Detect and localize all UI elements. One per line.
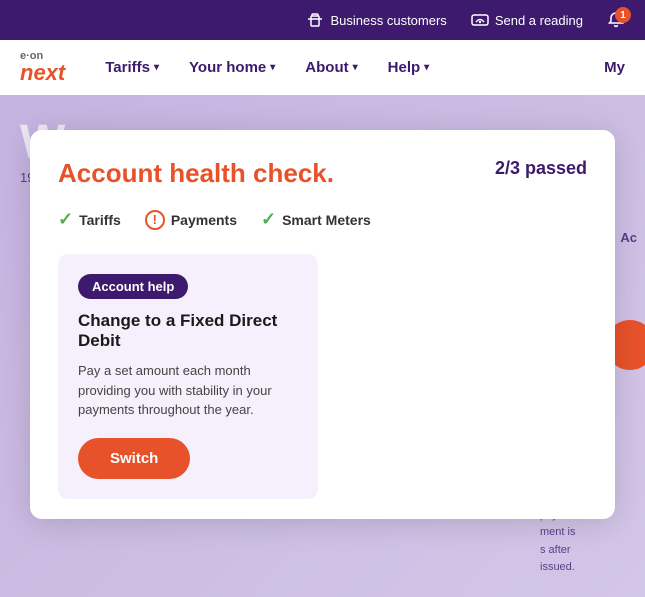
briefcase-icon bbox=[306, 11, 324, 29]
top-bar: Business customers Send a reading 1 bbox=[0, 0, 645, 40]
check-smart-meters-label: Smart Meters bbox=[282, 212, 371, 228]
check-smart-meters: ✓ Smart Meters bbox=[261, 209, 371, 230]
send-reading-link[interactable]: Send a reading bbox=[471, 11, 583, 29]
meter-icon bbox=[471, 11, 489, 29]
check-tariffs: ✓ Tariffs bbox=[58, 209, 121, 230]
check-payments-label: Payments bbox=[171, 212, 237, 228]
check-green-icon-2: ✓ bbox=[261, 209, 276, 230]
business-customers-link[interactable]: Business customers bbox=[306, 11, 446, 29]
check-green-icon: ✓ bbox=[58, 209, 73, 230]
right-ac-label: Ac bbox=[620, 230, 637, 245]
nav-about[interactable]: About ▾ bbox=[305, 59, 357, 76]
chevron-down-icon: ▾ bbox=[154, 62, 159, 73]
nav-tariffs-label: Tariffs bbox=[105, 59, 150, 76]
card-description: Pay a set amount each month providing yo… bbox=[78, 361, 298, 420]
right-partial-content: Ac bbox=[620, 230, 637, 245]
nav-your-home[interactable]: Your home ▾ bbox=[189, 59, 275, 76]
notifications-link[interactable]: 1 bbox=[607, 11, 625, 29]
chevron-down-icon: ▾ bbox=[270, 62, 275, 73]
nav-help-label: Help bbox=[388, 59, 421, 76]
nav-your-home-label: Your home bbox=[189, 59, 266, 76]
check-tariffs-label: Tariffs bbox=[79, 212, 121, 228]
nav-help[interactable]: Help ▾ bbox=[388, 59, 430, 76]
check-warning-icon: ! bbox=[145, 210, 165, 230]
account-health-modal: Account health check. 2/3 passed ✓ Tarif… bbox=[30, 130, 615, 519]
card-badge: Account help bbox=[78, 274, 188, 299]
modal-header: Account health check. 2/3 passed bbox=[58, 158, 587, 189]
modal-checks: ✓ Tariffs ! Payments ✓ Smart Meters bbox=[58, 209, 587, 230]
send-reading-label: Send a reading bbox=[495, 13, 583, 28]
nav-my-label: My bbox=[604, 59, 625, 76]
nav-my[interactable]: My bbox=[604, 59, 625, 76]
logo-next: next bbox=[20, 62, 65, 84]
logo[interactable]: e·on next bbox=[20, 51, 65, 84]
nav-tariffs[interactable]: Tariffs ▾ bbox=[105, 59, 159, 76]
account-help-card: Account help Change to a Fixed Direct De… bbox=[58, 254, 318, 499]
check-payments: ! Payments bbox=[145, 210, 237, 230]
chevron-down-icon: ▾ bbox=[424, 62, 429, 73]
notification-badge: 1 bbox=[615, 7, 631, 23]
modal-passed: 2/3 passed bbox=[495, 158, 587, 179]
switch-button[interactable]: Switch bbox=[78, 438, 190, 479]
chevron-down-icon: ▾ bbox=[353, 62, 358, 73]
modal-title: Account health check. bbox=[58, 158, 334, 189]
nav-bar: e·on next Tariffs ▾ Your home ▾ About ▾ … bbox=[0, 40, 645, 95]
nav-about-label: About bbox=[305, 59, 348, 76]
card-title: Change to a Fixed Direct Debit bbox=[78, 311, 298, 351]
business-customers-label: Business customers bbox=[330, 13, 446, 28]
